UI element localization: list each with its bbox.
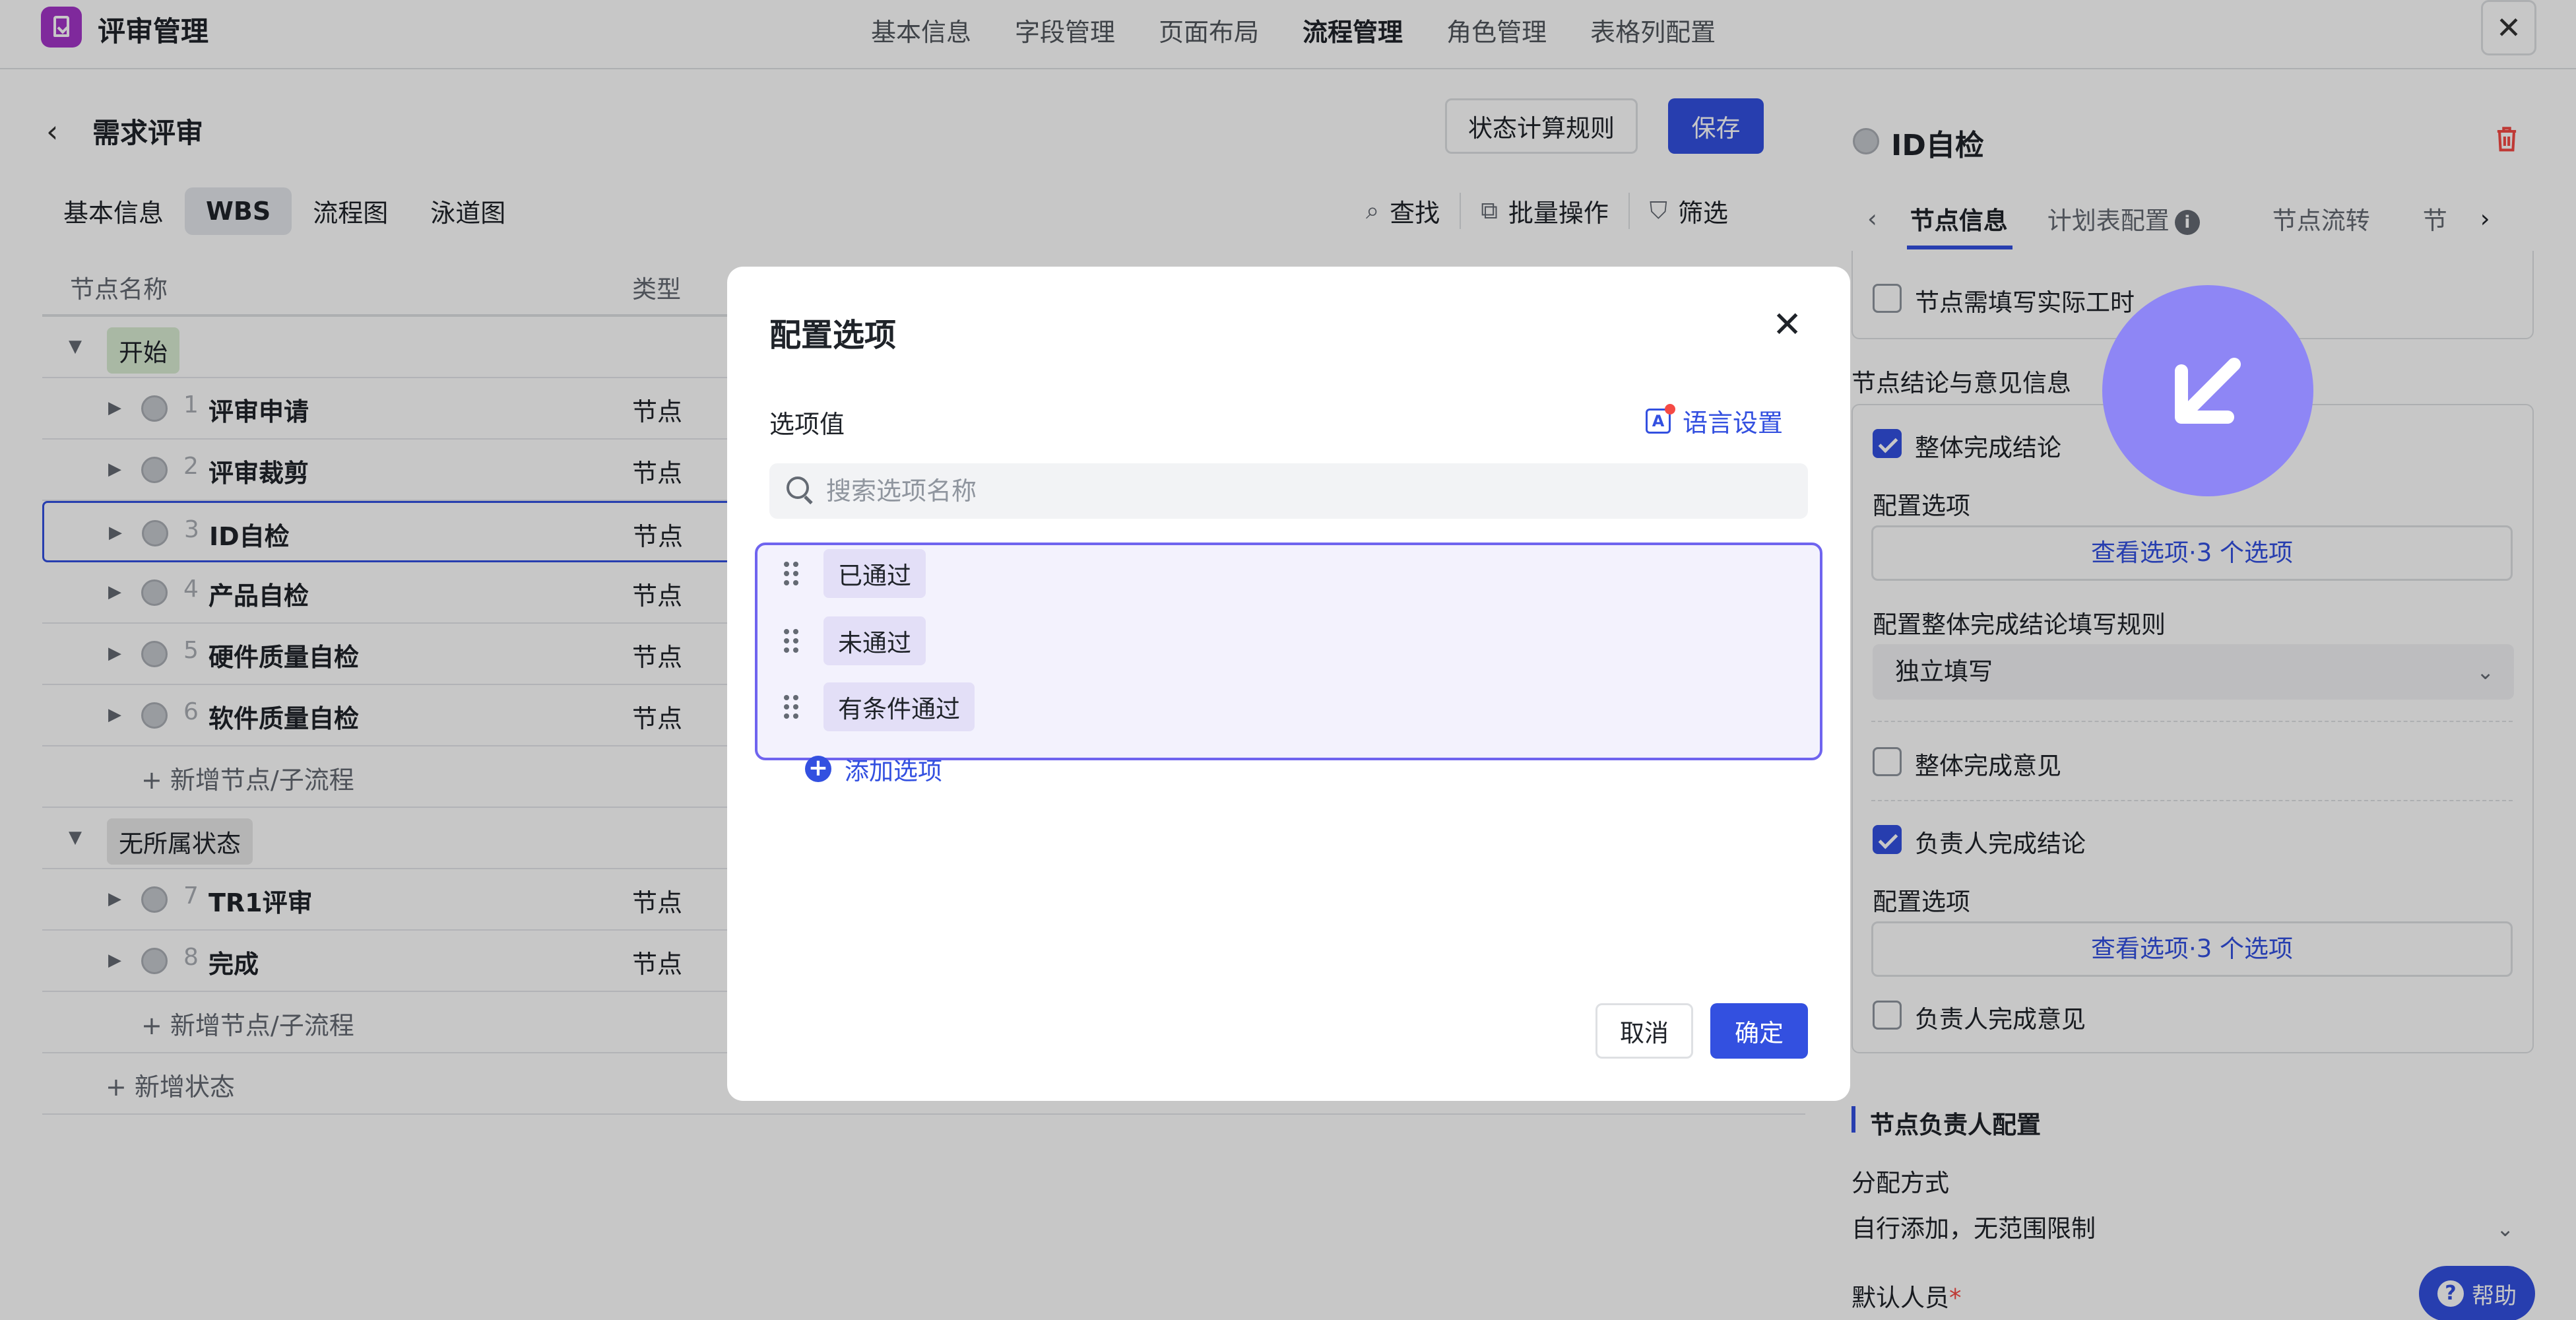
search-input[interactable]	[826, 463, 1789, 519]
confirm-button[interactable]: 确定	[1710, 1003, 1808, 1059]
search-box	[769, 463, 1808, 519]
search-icon	[787, 477, 809, 499]
cursor-indicator	[2102, 285, 2313, 496]
options-label: 选项值	[769, 410, 845, 439]
translate-icon: A	[1646, 403, 1675, 434]
drag-handle-icon[interactable]	[784, 629, 798, 653]
close-icon[interactable]: ✕	[1772, 304, 1802, 345]
cancel-button[interactable]: 取消	[1595, 1003, 1693, 1059]
language-settings-button[interactable]: A 语言设置	[1646, 403, 1783, 439]
options-list: 已通过 未通过 有条件通过	[755, 543, 1822, 760]
option-chip[interactable]: 已通过	[823, 549, 926, 598]
language-settings-label: 语言设置	[1683, 409, 1784, 438]
arrow-down-left-icon	[2175, 358, 2241, 424]
option-chip[interactable]: 有条件通过	[823, 682, 975, 731]
option-item[interactable]: 未通过	[784, 616, 926, 665]
option-chip[interactable]: 未通过	[823, 616, 926, 665]
option-item[interactable]: 已通过	[784, 549, 926, 598]
config-options-modal: 配置选项 ✕ 选项值 A 语言设置 已通过 未通过 有条件通过 + 添加选项 取…	[727, 267, 1850, 1101]
plus-circle-icon: +	[805, 756, 831, 782]
modal-title: 配置选项	[769, 317, 897, 354]
add-option-button[interactable]: + 添加选项	[805, 751, 942, 787]
add-option-label: 添加选项	[845, 757, 942, 785]
option-item[interactable]: 有条件通过	[784, 682, 975, 731]
drag-handle-icon[interactable]	[784, 562, 798, 585]
drag-handle-icon[interactable]	[784, 695, 798, 719]
